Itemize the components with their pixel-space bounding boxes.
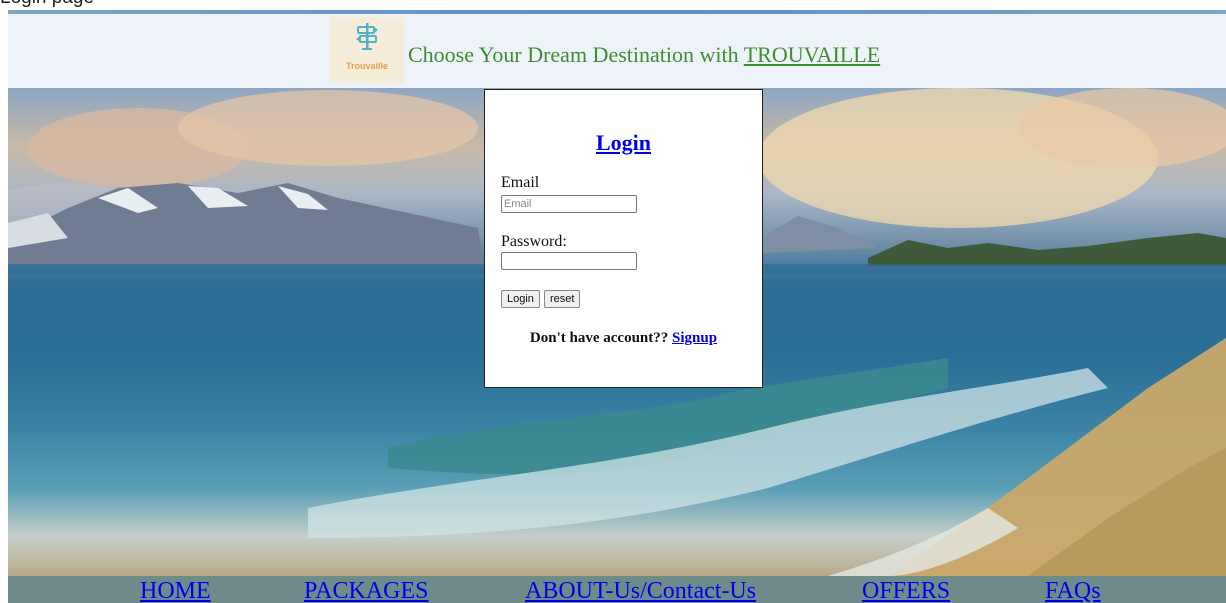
signpost-icon xyxy=(356,23,378,50)
login-title[interactable]: Login xyxy=(485,130,762,156)
nav-faqs[interactable]: FAQs xyxy=(1045,578,1101,603)
header-title: Choose Your Dream Destination with TROUV… xyxy=(408,42,880,68)
nav-packages[interactable]: PACKAGES xyxy=(304,578,429,603)
login-button[interactable]: Login xyxy=(501,290,540,308)
nav-home[interactable]: HOME xyxy=(140,578,211,603)
email-field[interactable] xyxy=(501,195,637,213)
login-panel: Login Email Password: Login reset Don't … xyxy=(484,89,763,388)
site-logo: Trouvaille xyxy=(330,17,404,83)
trouvaille-link[interactable]: TROUVAILLE xyxy=(744,42,880,67)
logo-text: Trouvaille xyxy=(345,61,389,71)
signup-prompt: Don't have account?? Signup xyxy=(485,330,762,347)
nav-about-contact[interactable]: ABOUT-Us/Contact-Us xyxy=(525,578,756,603)
password-label: Password: xyxy=(501,233,567,250)
header-title-text: Choose Your Dream Destination with xyxy=(408,42,744,67)
email-label: Email xyxy=(501,174,540,191)
bottom-nav: HOME PACKAGES ABOUT-Us/Contact-Us OFFERS… xyxy=(8,576,1226,603)
signup-link[interactable]: Signup xyxy=(672,330,717,346)
window-caption: Login page xyxy=(0,0,1226,10)
nav-offers[interactable]: OFFERS xyxy=(862,578,950,603)
site-header: Trouvaille Choose Your Dream Destination… xyxy=(8,14,1226,88)
no-account-text: Don't have account?? xyxy=(529,330,673,346)
reset-button[interactable]: reset xyxy=(544,290,581,308)
window-caption-text: Login page xyxy=(0,0,94,9)
password-field[interactable] xyxy=(501,252,637,270)
